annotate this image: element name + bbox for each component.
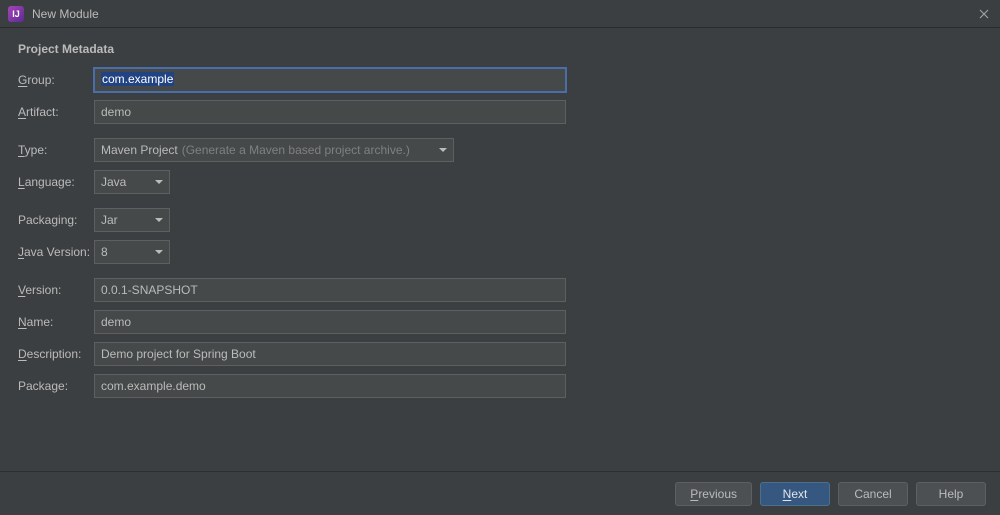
chevron-down-icon xyxy=(439,148,447,152)
description-label: Description: xyxy=(18,347,94,361)
close-icon[interactable] xyxy=(976,6,992,22)
chevron-down-icon xyxy=(155,180,163,184)
group-label: Group: xyxy=(18,73,94,87)
chevron-down-icon xyxy=(155,218,163,222)
java-version-dropdown[interactable]: 8 xyxy=(94,240,170,264)
name-input[interactable] xyxy=(94,310,566,334)
type-dropdown[interactable]: Maven Project (Generate a Maven based pr… xyxy=(94,138,454,162)
package-input[interactable] xyxy=(94,374,566,398)
previous-button[interactable]: Previous xyxy=(675,482,752,506)
chevron-down-icon xyxy=(155,250,163,254)
version-label: Version: xyxy=(18,283,94,297)
java-version-label: Java Version: xyxy=(18,245,94,259)
footer: Previous Next Cancel Help xyxy=(0,471,1000,515)
cancel-button[interactable]: Cancel xyxy=(838,482,908,506)
group-input[interactable]: com.example xyxy=(94,68,566,92)
language-dropdown[interactable]: Java xyxy=(94,170,170,194)
version-input[interactable] xyxy=(94,278,566,302)
artifact-label: Artifact: xyxy=(18,105,94,119)
packaging-dropdown[interactable]: Jar xyxy=(94,208,170,232)
section-title: Project Metadata xyxy=(18,42,982,56)
help-button[interactable]: Help xyxy=(916,482,986,506)
type-value: Maven Project xyxy=(101,143,178,157)
language-label: Language: xyxy=(18,175,94,189)
packaging-label: Packaging: xyxy=(18,213,94,227)
window-title: New Module xyxy=(32,7,99,21)
package-label: Package: xyxy=(18,379,94,393)
app-icon: IJ xyxy=(8,6,24,22)
titlebar: IJ New Module xyxy=(0,0,1000,28)
description-input[interactable] xyxy=(94,342,566,366)
java-version-value: 8 xyxy=(101,245,108,259)
name-label: Name: xyxy=(18,315,94,329)
type-label: Type: xyxy=(18,143,94,157)
next-button[interactable]: Next xyxy=(760,482,830,506)
artifact-input[interactable] xyxy=(94,100,566,124)
content: Project Metadata Group: com.example Arti… xyxy=(0,28,1000,398)
language-value: Java xyxy=(101,175,126,189)
packaging-value: Jar xyxy=(101,213,118,227)
type-hint: (Generate a Maven based project archive.… xyxy=(182,143,410,157)
